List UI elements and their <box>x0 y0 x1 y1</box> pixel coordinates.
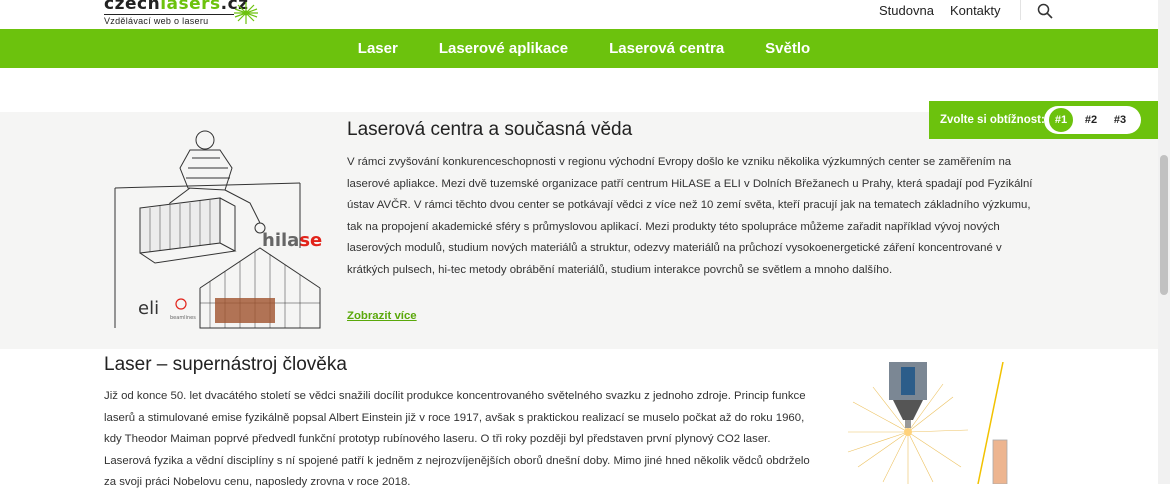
eli-logo: eli <box>138 298 159 319</box>
laser-section-text: Již od konce 50. let dvacátého století s… <box>104 390 810 489</box>
difficulty-option-2[interactable]: #2 <box>1077 106 1105 134</box>
nav-laser[interactable]: Laser <box>358 40 398 57</box>
top-nav: Studovna Kontakty <box>879 3 1001 18</box>
site-header: czechlasers.cz Vzdělávací web o laseru S… <box>0 0 1158 29</box>
laser-centers-title: Laserová centra a současná věda <box>347 119 633 140</box>
laser-centers-text: V rámci zvyšování konkurenceschopnosti v… <box>347 156 1033 276</box>
header-divider <box>1020 0 1021 20</box>
show-more-link[interactable]: Zobrazit více <box>347 310 417 322</box>
laser-centers-illustration: hilase eli beamlines <box>114 130 322 329</box>
building-facade <box>215 298 275 323</box>
laser-section-title: Laser – supernástroj člověka <box>104 354 347 375</box>
laser-burst-icon <box>234 2 258 24</box>
difficulty-option-1[interactable]: #1 <box>1047 106 1075 134</box>
top-nav-studovna[interactable]: Studovna <box>879 3 934 18</box>
difficulty-label: Zvolte si obtížnost: <box>940 114 1045 126</box>
nav-laserova-centra[interactable]: Laserová centra <box>609 40 724 57</box>
page-scrollbar[interactable] <box>1158 0 1170 484</box>
nav-laserove-aplikace[interactable]: Laserové aplikace <box>439 40 568 57</box>
main-nav: Laser Laserové aplikace Laserová centra … <box>0 29 1158 68</box>
site-logo[interactable]: czechlasers.cz Vzdělávací web o laseru <box>104 0 249 26</box>
hilase-logo: hilase <box>262 230 322 251</box>
logo-wordmark: czechlasers.cz <box>104 0 249 14</box>
beamlines-icon <box>175 298 187 310</box>
difficulty-option-3[interactable]: #3 <box>1106 106 1134 134</box>
logo-tagline: Vzdělávací web o laseru <box>104 14 234 26</box>
search-icon[interactable] <box>1037 3 1053 19</box>
laser-cutting-illustration <box>847 362 1008 484</box>
beamlines-logo: beamlines <box>170 315 196 321</box>
scrollbar-thumb[interactable] <box>1160 155 1168 295</box>
top-nav-kontakty[interactable]: Kontakty <box>950 3 1001 18</box>
nav-svetlo[interactable]: Světlo <box>765 40 810 57</box>
